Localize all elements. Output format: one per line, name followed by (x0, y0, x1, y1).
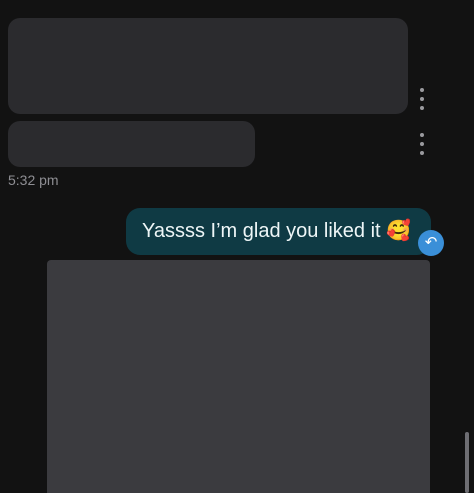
message-timestamp: 5:32 pm (8, 172, 59, 188)
more-vertical-icon[interactable] (418, 88, 426, 110)
image-attachment[interactable] (47, 260, 430, 493)
outgoing-message-text: Yassss I’m glad you liked it 🥰 (142, 220, 412, 242)
incoming-message-bubble[interactable] (8, 18, 408, 114)
scrollbar[interactable] (465, 432, 469, 493)
incoming-message-bubble[interactable] (8, 121, 255, 167)
chat-screen: 5:32 pm Yassss I’m glad you liked it 🥰 ↶ (0, 0, 474, 493)
reply-icon[interactable]: ↶ (418, 230, 444, 256)
outgoing-message-bubble[interactable]: Yassss I’m glad you liked it 🥰 (126, 208, 431, 255)
more-vertical-icon[interactable] (418, 133, 426, 155)
